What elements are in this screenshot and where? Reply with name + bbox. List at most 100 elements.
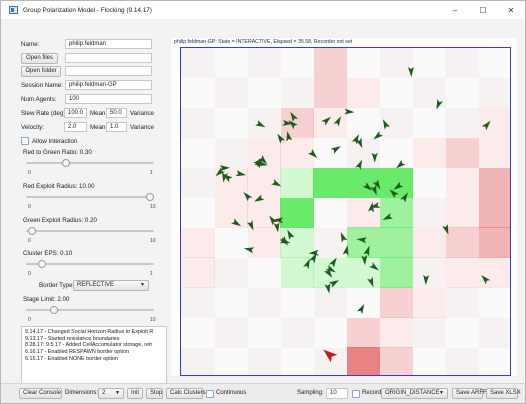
open-folder-button[interactable]: Open folder	[21, 66, 61, 77]
agent-marker	[481, 120, 491, 131]
velocity-mean-field[interactable]: 1.0	[106, 122, 127, 132]
agent-marker	[277, 133, 286, 144]
open-folder-field[interactable]	[65, 66, 152, 76]
agent-marker	[423, 274, 430, 285]
settings-panel: Name: philip.feldman Open files Open fol…	[3, 20, 167, 384]
slew-rate-field[interactable]: 100.0	[64, 108, 87, 118]
agent-marker	[367, 276, 374, 288]
agent-marker	[219, 165, 230, 172]
name-label: Name:	[21, 41, 40, 48]
simulation-arena[interactable]	[180, 47, 511, 376]
agent-marker	[330, 146, 341, 154]
log-line: 6.15.17 - Enabled NONE border option	[25, 355, 118, 362]
title-bar: Group Polarization Model - Flocking (9.1…	[1, 1, 525, 19]
dimensions-label: Dimensions:	[65, 390, 99, 396]
red-exploit-radius-slider-max-label: 10	[150, 204, 156, 210]
green-exploit-radius-slider-track[interactable]	[26, 230, 154, 232]
red-green-ratio-slider-track[interactable]	[26, 162, 154, 164]
allow-interaction-checkbox[interactable]	[21, 137, 29, 145]
green-exploit-radius-slider-thumb[interactable]	[28, 227, 37, 235]
agent-marker	[235, 170, 247, 177]
agents-layer	[215, 66, 491, 363]
agent-marker	[243, 191, 253, 202]
velocity-field[interactable]: 2.0	[64, 122, 87, 132]
stage-limit-slider-max-label: 10	[150, 317, 156, 323]
chevron-down-icon: ▼	[439, 390, 444, 396]
agent-marker	[373, 130, 384, 140]
stop-button[interactable]: Stop	[146, 388, 163, 399]
agent-marker	[308, 249, 319, 256]
sampling-field[interactable]: 10	[326, 388, 348, 399]
agent-marker	[243, 247, 255, 254]
log-line: 9.14.17 - Changed Social Horizon Radius …	[25, 329, 154, 335]
clear-console-button[interactable]: Clear Console	[19, 388, 62, 399]
agent-marker	[321, 116, 331, 126]
name-field[interactable]: philip.feldman	[65, 39, 152, 49]
cluster-eps-slider-max-label: 1	[150, 271, 153, 277]
record-type-value: ORIGIN_DISTANCE	[385, 390, 440, 396]
log-line: 8.28.17: 9.5.17 - Added CellAccumulator …	[25, 342, 153, 349]
border-type-select[interactable]: REFLECTIVE ▼	[73, 280, 149, 291]
red-exploit-radius-slider-min-label: 0	[28, 204, 31, 210]
minimize-button[interactable]: –	[441, 1, 469, 19]
dimensions-value: 2	[102, 390, 106, 396]
open-files-button[interactable]: Open files	[21, 53, 58, 64]
save-xlsx-button[interactable]: Save XLSX	[486, 388, 521, 399]
green-exploit-radius-slider-min-label: 0	[28, 238, 31, 244]
continuous-label: Continuous	[216, 390, 247, 396]
cluster-eps-slider-thumb[interactable]	[38, 260, 46, 268]
agent-marker	[356, 303, 365, 315]
dimensions-select[interactable]: 2 ▼	[98, 388, 124, 399]
stage-limit-slider-label: Stage Limit: 2.00	[23, 296, 70, 303]
chevron-down-icon: ▼	[115, 390, 120, 396]
status-text: philip.feldman-GP: State = INTERACTIVE, …	[174, 39, 353, 45]
num-agents-field[interactable]: 100	[65, 94, 152, 104]
log-lines: 9.14.17 - Changed Social Horizon Radius …	[25, 329, 163, 363]
stage-limit-slider-min-label: 0	[28, 317, 31, 323]
agent-marker	[344, 108, 355, 115]
red-agent-marker	[323, 349, 338, 363]
maximize-button[interactable]: ☐	[469, 1, 497, 19]
red-green-ratio-slider-thumb[interactable]	[62, 159, 70, 167]
agent-marker	[363, 245, 370, 257]
red-exploit-radius-slider-track[interactable]	[26, 196, 154, 198]
session-name-field[interactable]: philip.feldman-GP	[65, 80, 152, 90]
close-button[interactable]: ✕	[497, 1, 525, 19]
slew-mean-label: Mean	[90, 110, 106, 117]
record-checkbox[interactable]	[352, 390, 360, 398]
open-files-field[interactable]	[65, 53, 152, 63]
agent-marker	[254, 194, 265, 202]
window-controls: – ☐ ✕	[441, 1, 525, 19]
calc-clusters-button[interactable]: Calc Clusters	[166, 388, 206, 399]
cluster-eps-slider-min-label: 0	[28, 271, 31, 277]
red-exploit-radius-slider-label: Red Exploit Radius: 10.00	[23, 183, 95, 190]
agent-marker	[407, 66, 414, 77]
init-button[interactable]: Init	[127, 388, 143, 399]
agent-marker	[324, 283, 331, 294]
stage-limit-slider-track[interactable]	[26, 309, 154, 311]
record-type-select[interactable]: ORIGIN_DISTANCE ▼	[381, 388, 448, 399]
cluster-eps-slider-label: Cluster EPS: 0.10	[23, 250, 73, 257]
agent-marker	[328, 280, 340, 288]
allow-interaction-label: Allow Interaction	[32, 138, 78, 145]
change-log[interactable]: 9.14.17 - Changed Social Horizon Radius …	[21, 326, 167, 384]
slew-mean-field[interactable]: 50.0	[106, 108, 127, 118]
agent-marker	[382, 119, 391, 130]
app-icon	[9, 6, 18, 14]
save-arff-button[interactable]: Save ARFF	[452, 388, 487, 399]
agent-marker	[333, 116, 341, 127]
slew-variance-label: Variance	[130, 110, 154, 117]
stage-limit-slider-thumb[interactable]	[50, 306, 58, 314]
red-exploit-radius-slider-thumb[interactable]	[146, 193, 154, 201]
continuous-checkbox[interactable]	[206, 390, 214, 398]
border-type-label: Border Type:	[39, 282, 75, 289]
agent-marker	[389, 189, 399, 199]
session-label: Session Name:	[21, 82, 63, 89]
border-type-value: REFLECTIVE	[77, 282, 115, 288]
agent-marker	[371, 152, 378, 163]
velocity-label: Velocity:	[21, 124, 45, 131]
agent-marker	[481, 274, 491, 285]
agent-marker	[393, 181, 404, 190]
velocity-variance-label: Variance	[130, 124, 154, 131]
agent-marker	[328, 257, 337, 268]
